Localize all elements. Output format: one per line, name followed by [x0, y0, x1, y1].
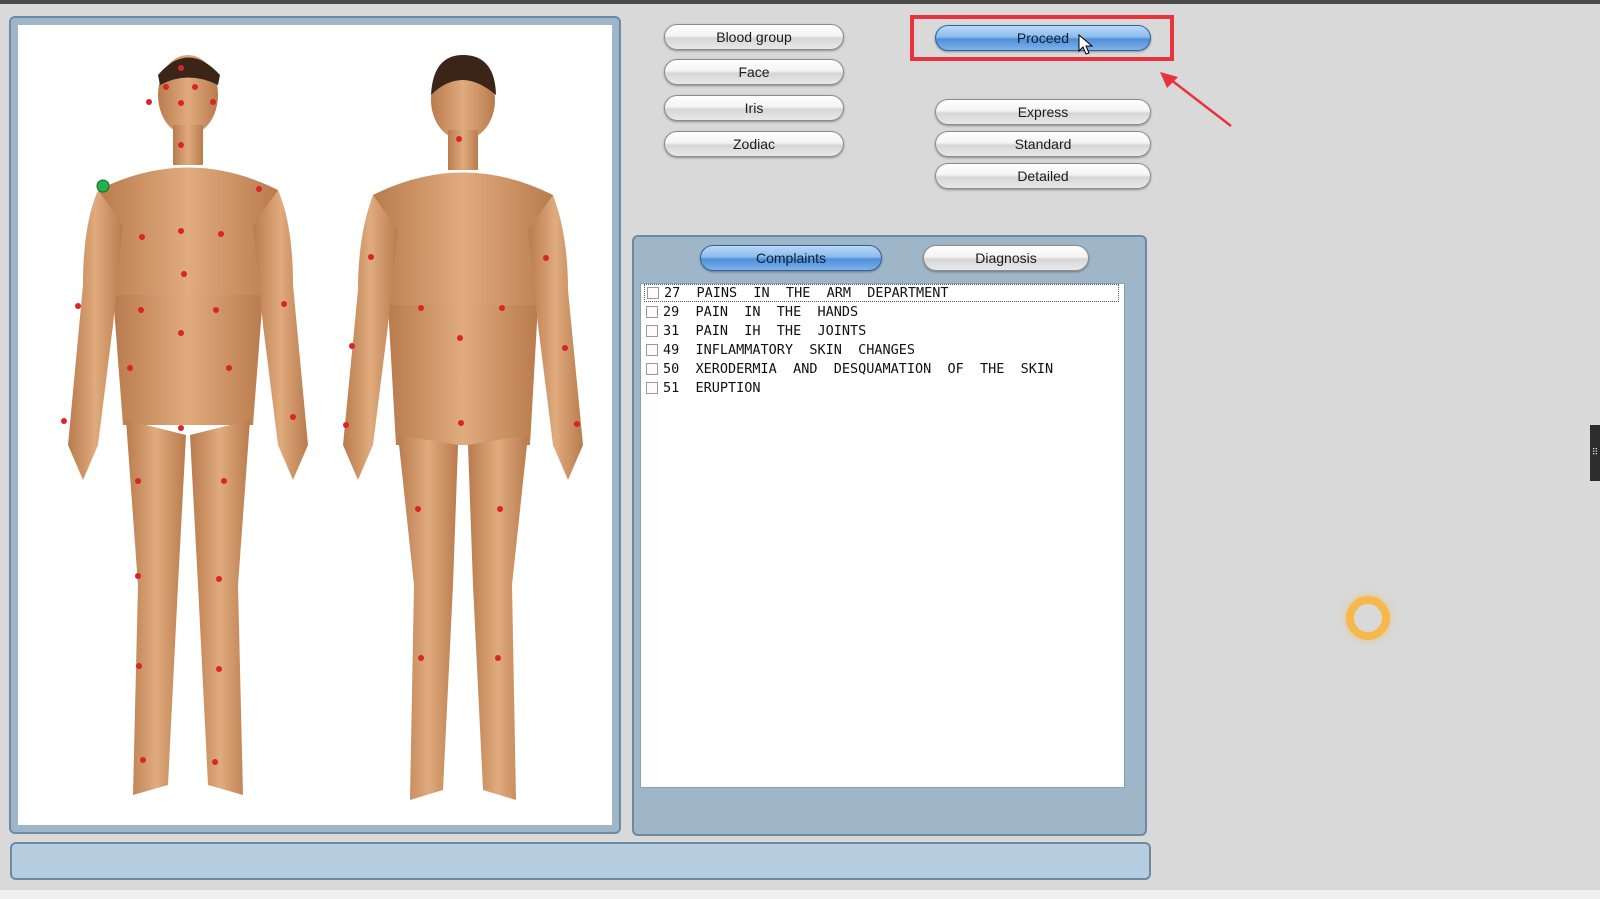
complaint-code: 49 [663, 342, 680, 358]
body-map-canvas[interactable] [18, 25, 612, 825]
body-point [349, 343, 355, 349]
window-bottom-edge [0, 890, 1600, 899]
body-points-layer[interactable] [18, 25, 612, 825]
zodiac-button[interactable]: Zodiac [664, 131, 844, 157]
body-point [415, 506, 421, 512]
complaint-text: INFLAMMATORY SKIN CHANGES [695, 342, 915, 358]
body-point [290, 414, 296, 420]
body-point [495, 655, 501, 661]
checkbox[interactable] [647, 287, 659, 299]
list-item[interactable]: 49 INFLAMMATORY SKIN CHANGES [644, 341, 915, 359]
body-map-panel [9, 16, 621, 834]
body-point [178, 142, 184, 148]
face-button[interactable]: Face [664, 59, 844, 85]
body-point [178, 65, 184, 71]
checkbox[interactable] [646, 344, 658, 356]
complaint-text: PAIN IH THE JOINTS [695, 323, 867, 339]
complaint-text: PAIN IN THE HANDS [695, 304, 859, 320]
body-point [178, 330, 184, 336]
complaint-text: PAINS IN THE ARM DEPARTMENT [696, 285, 949, 301]
body-point [562, 345, 568, 351]
body-point [226, 365, 232, 371]
body-point [418, 305, 424, 311]
checkbox[interactable] [646, 363, 658, 375]
body-point [216, 666, 222, 672]
complaints-list[interactable]: 27 PAINS IN THE ARM DEPARTMENT 29 PAIN I… [640, 283, 1125, 788]
checkbox[interactable] [646, 306, 658, 318]
body-point [281, 301, 287, 307]
body-point [216, 576, 222, 582]
body-point [457, 335, 463, 341]
body-point [368, 254, 374, 260]
body-point [218, 231, 224, 237]
list-item[interactable]: 27 PAINS IN THE ARM DEPARTMENT [644, 284, 1119, 302]
body-point [135, 573, 141, 579]
body-point [178, 228, 184, 234]
blood-group-button[interactable]: Blood group [664, 24, 844, 50]
body-point [178, 100, 184, 106]
checkbox[interactable] [646, 382, 658, 394]
list-item[interactable]: 31 PAIN IH THE JOINTS [644, 322, 866, 340]
complaint-code: 27 [664, 285, 681, 301]
body-point [146, 99, 152, 105]
body-point [75, 303, 81, 309]
body-point [210, 99, 216, 105]
body-point [61, 418, 67, 424]
complaint-text: ERUPTION [695, 380, 761, 396]
list-item[interactable]: 51 ERUPTION [644, 379, 761, 397]
detailed-button[interactable]: Detailed [935, 163, 1151, 189]
body-point [192, 84, 198, 90]
complaint-code: 31 [663, 323, 680, 339]
complaint-code: 51 [663, 380, 680, 396]
body-point [418, 655, 424, 661]
body-point [221, 478, 227, 484]
body-point [213, 307, 219, 313]
annotation-arrow-icon [1160, 72, 1232, 127]
cursor-arrow-icon [1078, 34, 1094, 55]
status-bar [10, 842, 1151, 880]
selected-body-point [96, 179, 110, 193]
body-point [343, 422, 349, 428]
iris-button[interactable]: Iris [664, 95, 844, 121]
body-point [456, 136, 462, 142]
list-item[interactable]: 29 PAIN IN THE HANDS [644, 303, 858, 321]
body-point [499, 305, 505, 311]
window-top-edge [0, 0, 1600, 4]
checkbox[interactable] [646, 325, 658, 337]
body-point [139, 234, 145, 240]
body-point [127, 365, 133, 371]
body-point [574, 421, 580, 427]
loading-ring-icon [1346, 596, 1390, 640]
body-point [458, 420, 464, 426]
body-point [212, 759, 218, 765]
standard-button[interactable]: Standard [935, 131, 1151, 157]
body-point [256, 186, 262, 192]
proceed-button[interactable]: Proceed [935, 25, 1151, 51]
body-point [497, 506, 503, 512]
tab-diagnosis[interactable]: Diagnosis [923, 245, 1089, 271]
list-item[interactable]: 50 XERODERMIA AND DESQUAMATION OF THE SK… [644, 360, 1053, 378]
body-point [140, 757, 146, 763]
body-point [178, 425, 184, 431]
complaint-text: XERODERMIA AND DESQUAMATION OF THE SKIN [695, 361, 1054, 377]
complaint-code: 50 [663, 361, 680, 377]
body-point [138, 307, 144, 313]
body-point [135, 478, 141, 484]
side-collapse-tab[interactable]: ⠿ [1590, 425, 1600, 481]
body-point [136, 663, 142, 669]
tab-complaints[interactable]: Complaints [700, 245, 882, 271]
body-point [543, 255, 549, 261]
body-point [163, 84, 169, 90]
body-point [181, 271, 187, 277]
express-button[interactable]: Express [935, 99, 1151, 125]
complaint-code: 29 [663, 304, 680, 320]
